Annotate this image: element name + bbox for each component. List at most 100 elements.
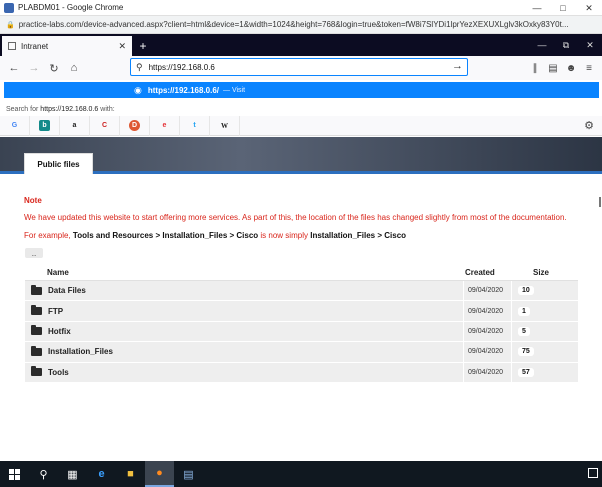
task-view-icon[interactable]: ▦ <box>58 461 87 487</box>
sidebar-icon[interactable]: ▤ <box>544 58 562 78</box>
tab-intranet[interactable]: Intranet ✕ <box>2 36 132 56</box>
back-arrow-icon[interactable]: ← <box>4 58 24 78</box>
engine-ebay[interactable]: e <box>150 115 180 136</box>
size-badge: 1 <box>518 306 530 316</box>
engine-wikipedia[interactable]: W <box>210 115 240 136</box>
edge-icon[interactable]: e <box>87 461 116 487</box>
tab-label: Intranet <box>21 41 49 51</box>
files-table: Name Created Size Data Files 09/04/2020 … <box>25 265 578 383</box>
example-new-path: Installation_Files > Cisco <box>310 231 407 240</box>
reload-icon[interactable]: ↻ <box>44 58 64 78</box>
file-explorer-icon[interactable]: ■ <box>116 461 145 487</box>
engine-bing[interactable]: b <box>30 115 60 136</box>
file-created: 09/04/2020 <box>463 321 511 342</box>
start-button[interactable] <box>0 461 29 487</box>
note-example: For example, Tools and Resources > Insta… <box>24 231 406 240</box>
windows-logo-icon <box>9 468 20 480</box>
search-with-label: Search for https://192.168.0.6 with: <box>0 102 602 116</box>
new-tab-icon[interactable]: + <box>132 36 154 56</box>
chrome-title-bar: PLABDM01 - Google Chrome — □ ✕ <box>0 0 602 16</box>
example-prefix: For example, <box>24 231 71 240</box>
table-row[interactable]: Installation_Files 09/04/2020 75 <box>25 342 578 363</box>
bing-icon: b <box>39 120 50 131</box>
amazon-icon: a <box>72 122 77 129</box>
size-badge: 57 <box>518 367 534 377</box>
chrome-address-bar[interactable]: 🔒 practice-labs.com/device-advanced.aspx… <box>0 16 602 34</box>
example-mid: is now simply <box>260 231 308 240</box>
size-badge: 75 <box>518 347 534 357</box>
firefox-window-controls: — ⧉ ✕ <box>530 34 602 56</box>
table-row[interactable]: Data Files 09/04/2020 10 <box>25 281 578 302</box>
chrome-url-text: practice-labs.com/device-advanced.aspx?c… <box>18 20 569 29</box>
toolbar-icons: ∥ ▤ ☻ ≡ <box>526 58 598 78</box>
globe-icon: ◉ <box>134 84 142 95</box>
close-icon[interactable]: ✕ <box>578 34 602 56</box>
lock-icon: 🔒 <box>6 21 15 29</box>
table-row[interactable]: FTP 09/04/2020 1 <box>25 301 578 322</box>
chrome-window-title: PLABDM01 - Google Chrome <box>18 3 124 12</box>
gear-icon[interactable]: ⚙ <box>584 119 594 132</box>
duckduckgo-icon: C <box>101 122 108 129</box>
duckduckgo-orange-icon: D <box>129 120 140 131</box>
forward-arrow-icon[interactable]: → <box>24 58 44 78</box>
close-icon[interactable]: ✕ <box>576 0 602 16</box>
note-text: We have updated this website to start of… <box>24 213 567 222</box>
url-suggestion[interactable]: ◉ https://192.168.0.6/ — Visit <box>4 82 599 98</box>
column-size[interactable]: Size <box>511 268 578 277</box>
parent-directory-button[interactable]: .. <box>25 248 43 258</box>
folder-icon <box>31 305 42 316</box>
table-row[interactable]: Hotfix 09/04/2020 5 <box>25 321 578 343</box>
url-input[interactable] <box>148 62 439 72</box>
search-icon[interactable]: ⚲ <box>29 461 58 487</box>
url-bar[interactable]: ⚲ → <box>130 58 468 76</box>
engine-c[interactable]: C <box>90 115 120 136</box>
close-tab-icon[interactable]: ✕ <box>118 41 126 52</box>
tab-public-files[interactable]: Public files <box>24 153 93 174</box>
go-arrow-icon[interactable]: → <box>452 60 463 72</box>
file-created: 09/04/2020 <box>463 342 511 362</box>
firefox-tab-bar: Intranet ✕ + — ⧉ ✕ <box>0 34 602 56</box>
file-name[interactable]: Hotfix <box>48 327 71 336</box>
size-badge: 10 <box>518 286 534 296</box>
firefox-icon[interactable]: ● <box>145 461 174 487</box>
ebay-icon: e <box>162 122 167 129</box>
file-name[interactable]: Data Files <box>48 286 86 295</box>
menu-icon[interactable]: ≡ <box>580 58 598 78</box>
home-icon[interactable]: ⌂ <box>64 58 84 78</box>
column-created[interactable]: Created <box>463 268 511 277</box>
minimize-icon[interactable]: — <box>530 34 554 56</box>
twitter-icon: t <box>193 122 196 129</box>
library-icon[interactable]: ∥ <box>526 58 544 78</box>
google-icon: G <box>11 122 18 129</box>
column-name[interactable]: Name <box>25 268 463 277</box>
search-icon: ⚲ <box>136 61 143 72</box>
scrollbar[interactable] <box>599 197 601 207</box>
maximize-icon[interactable]: □ <box>550 0 576 16</box>
example-old-path: Tools and Resources > Installation_Files… <box>72 231 259 240</box>
suggestion-visit: — Visit <box>223 86 246 94</box>
file-name[interactable]: Installation_Files <box>48 347 113 356</box>
chrome-window-controls: — □ ✕ <box>524 0 602 16</box>
files-table-header: Name Created Size <box>25 265 578 281</box>
folder-icon <box>31 284 42 295</box>
folder-icon <box>31 366 42 377</box>
size-badge: 5 <box>518 326 530 336</box>
search-engine-bar: G b a C D e t W ⚙ <box>0 115 602 136</box>
table-row[interactable]: Tools 09/04/2020 57 <box>25 362 578 383</box>
search-with-suffix: with: <box>100 105 115 113</box>
engine-d[interactable]: D <box>120 115 150 136</box>
engine-twitter[interactable]: t <box>180 115 210 136</box>
file-name[interactable]: FTP <box>48 307 63 316</box>
engine-amazon[interactable]: a <box>60 115 90 136</box>
engine-google[interactable]: G <box>0 115 30 136</box>
folder-icon <box>31 325 42 336</box>
minimize-icon[interactable]: — <box>524 0 550 16</box>
server-manager-icon[interactable]: ▤ <box>174 461 203 487</box>
file-name[interactable]: Tools <box>48 368 69 377</box>
file-created: 09/04/2020 <box>463 281 511 301</box>
notification-icon[interactable] <box>588 468 598 478</box>
remote-desktop-icon <box>4 2 14 13</box>
account-icon[interactable]: ☻ <box>562 58 580 78</box>
restore-icon[interactable]: ⧉ <box>554 34 578 56</box>
suggestion-url: https://192.168.0.6/ <box>147 85 220 95</box>
